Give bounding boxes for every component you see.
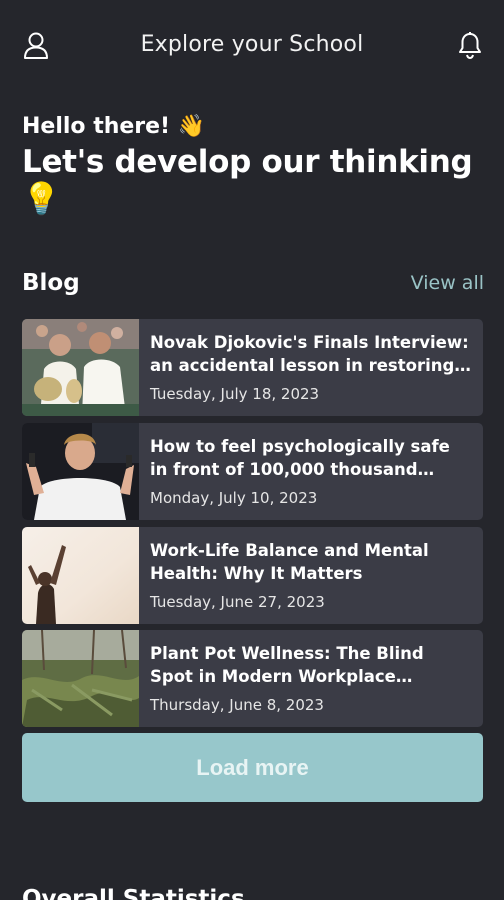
blog-thumbnail-singer <box>22 423 139 520</box>
bell-icon[interactable] <box>456 30 484 60</box>
blog-card-title: Novak Djokovic's Finals Interview: an ac… <box>150 333 471 375</box>
blog-card-date: Tuesday, June 27, 2023 <box>150 593 325 611</box>
blog-card[interactable]: Work-Life Balance and Mental Health: Why… <box>22 527 483 624</box>
top-header: Explore your School <box>0 0 504 92</box>
blog-card-date: Tuesday, July 18, 2023 <box>150 385 320 403</box>
load-more-label: Load more <box>196 754 309 780</box>
blog-thumbnail-tennis <box>22 319 139 416</box>
hero-headline: Let's develop our thinking 💡 <box>22 144 473 217</box>
blog-thumbnail-forest <box>22 630 139 727</box>
app-screen: Explore your School Hello there! 👋 Let's… <box>0 0 504 900</box>
view-all-link[interactable]: View all <box>411 272 484 294</box>
greeting-text: Hello there! 👋 <box>22 114 206 139</box>
blog-card-title: Plant Pot Wellness: The Blind Spot in Mo… <box>150 644 424 686</box>
blog-card-title: How to feel psychologically safe in fron… <box>150 437 450 479</box>
blog-card[interactable]: Plant Pot Wellness: The Blind Spot in Mo… <box>22 630 483 727</box>
blog-card[interactable]: Novak Djokovic's Finals Interview: an ac… <box>22 319 483 416</box>
blog-card-date: Monday, July 10, 2023 <box>150 489 318 507</box>
blog-card-title: Work-Life Balance and Mental Health: Why… <box>150 541 429 583</box>
statistics-section-title: Overall Statistics <box>22 886 245 900</box>
blog-section-title: Blog <box>22 270 80 296</box>
load-more-button[interactable]: Load more <box>22 733 483 802</box>
blog-thumbnail-sunset <box>22 527 139 624</box>
blog-card-date: Thursday, June 8, 2023 <box>150 696 324 714</box>
page-title: Explore your School <box>140 32 364 57</box>
blog-card[interactable]: How to feel psychologically safe in fron… <box>22 423 483 520</box>
